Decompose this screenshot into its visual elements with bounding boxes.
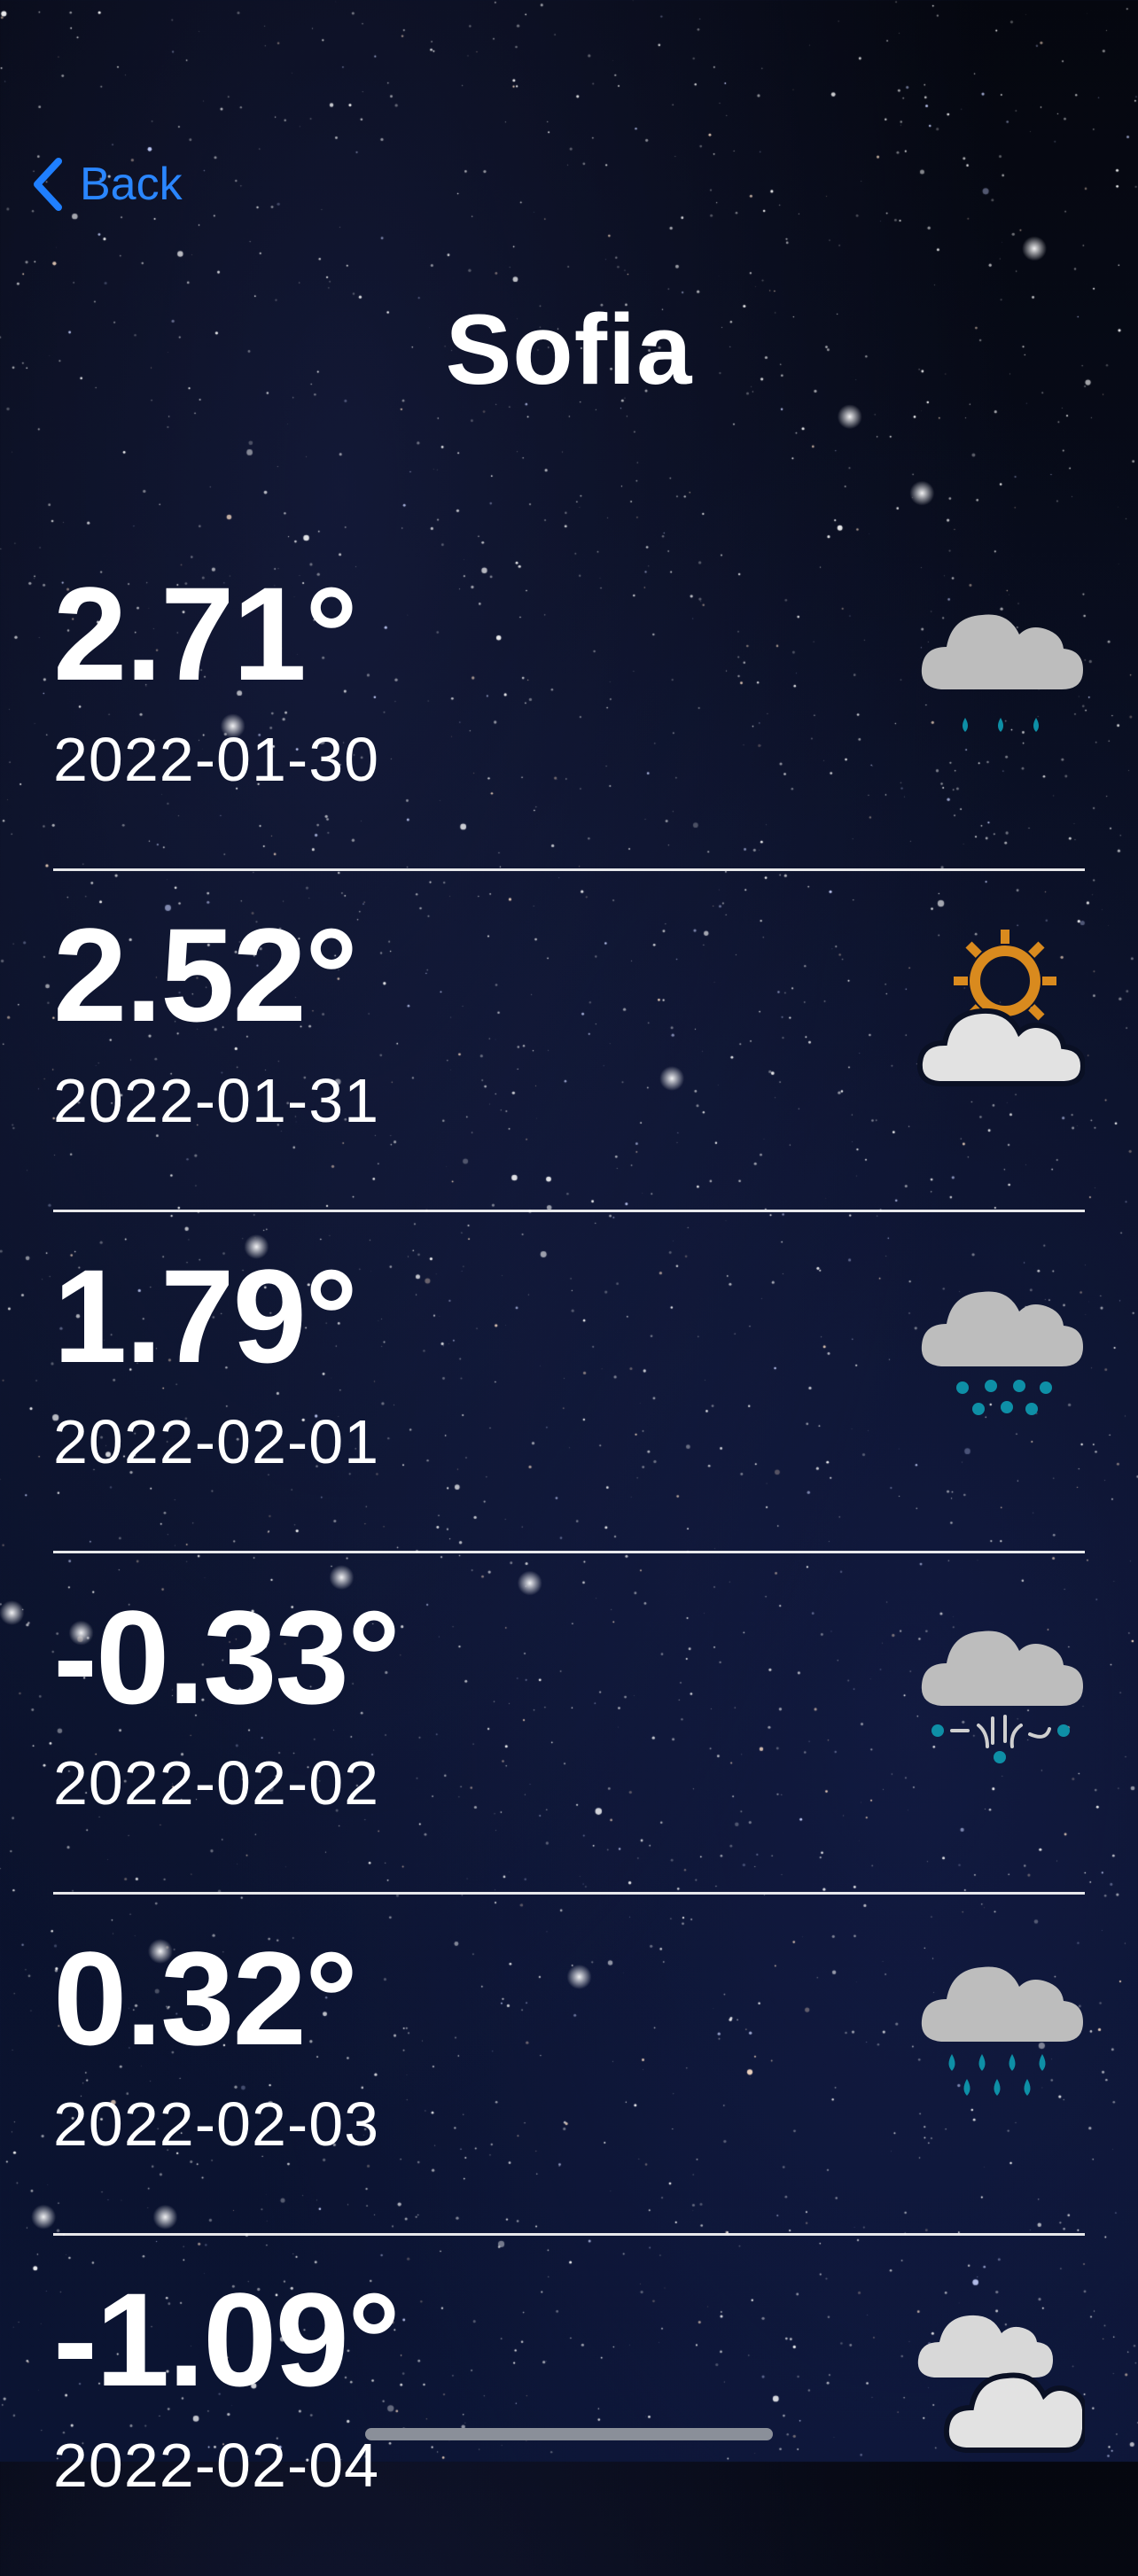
temperature: 2.71° bbox=[53, 559, 358, 708]
forecast-date: 2022-02-02 bbox=[53, 1748, 380, 1817]
forecast-date: 2022-02-01 bbox=[53, 1407, 380, 1476]
partly-cloudy-icon bbox=[916, 930, 1085, 1086]
forecast-row[interactable]: 0.32° 2022-02-03 bbox=[53, 1896, 1085, 2236]
forecast-row[interactable]: 2.52° 2022-01-31 bbox=[53, 873, 1085, 1212]
forecast-date: 2022-02-04 bbox=[53, 2431, 380, 2500]
home-indicator[interactable] bbox=[365, 2428, 773, 2440]
back-button[interactable]: Back bbox=[32, 156, 183, 213]
freezing-rain-icon bbox=[921, 1630, 1083, 1763]
temperature: 0.32° bbox=[53, 1924, 358, 2073]
temperature: 2.52° bbox=[53, 900, 358, 1049]
temperature: 1.79° bbox=[53, 1241, 358, 1390]
forecast-date: 2022-01-31 bbox=[53, 1066, 380, 1135]
back-label: Back bbox=[80, 159, 183, 210]
forecast-row[interactable]: 1.79° 2022-02-01 bbox=[53, 1214, 1085, 1553]
rain-cloud-icon bbox=[921, 614, 1083, 732]
forecast-row[interactable]: 2.71° 2022-01-30 bbox=[53, 532, 1085, 871]
temperature: -1.09° bbox=[53, 2265, 401, 2414]
forecast-screen: Back Sofia 2.71° 2022-01-30 2.52° 2022-0… bbox=[0, 0, 1138, 2496]
cloudy-icon bbox=[917, 2315, 1085, 2453]
temperature: -0.33° bbox=[53, 1583, 401, 1732]
heavy-rain-icon bbox=[921, 1966, 1083, 2096]
forecast-row[interactable]: -1.09° 2022-02-04 bbox=[53, 2237, 1085, 2574]
forecast-list: 2.71° 2022-01-30 2.52° 2022-01-31 1.79° … bbox=[53, 532, 1085, 2576]
forecast-row[interactable]: -0.33° 2022-02-02 bbox=[53, 1555, 1085, 1895]
forecast-date: 2022-02-03 bbox=[53, 2090, 380, 2159]
drizzle-cloud-icon bbox=[921, 1291, 1083, 1415]
chevron-left-icon bbox=[32, 158, 64, 211]
page-title: Sofia bbox=[445, 294, 693, 405]
forecast-date: 2022-01-30 bbox=[53, 725, 380, 794]
